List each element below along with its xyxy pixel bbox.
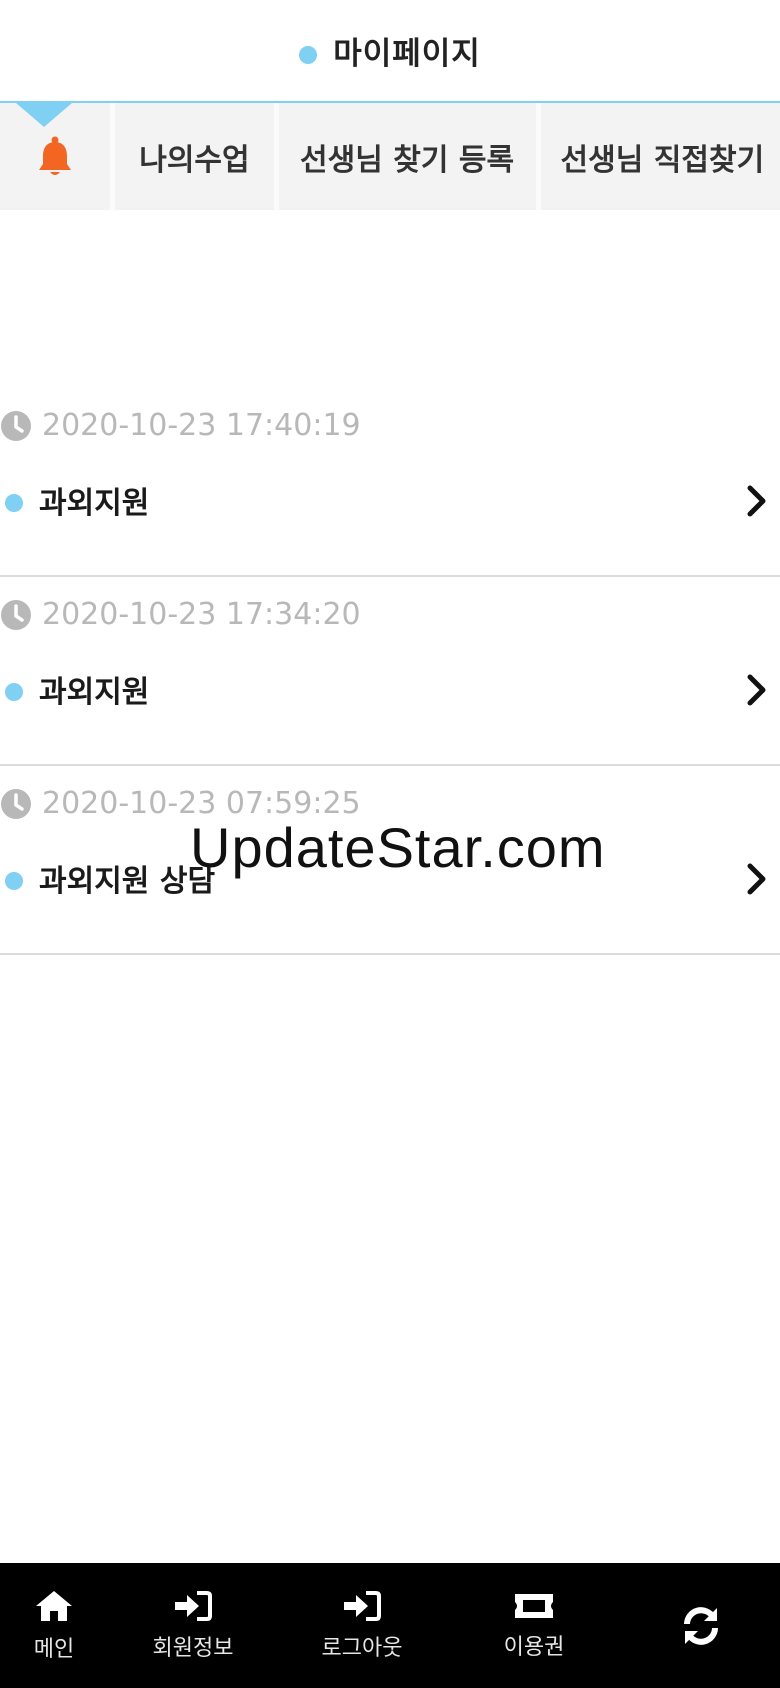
- title-bullet-icon: [299, 45, 318, 64]
- page-title: 마이페이지: [333, 36, 481, 72]
- notification-title: 과외지원: [39, 486, 150, 521]
- tab-teacher-search-register[interactable]: 선생님 찾기 등록: [273, 103, 536, 210]
- nav-logout-label: 로그아웃: [321, 1635, 403, 1661]
- bullet-icon: [5, 494, 23, 512]
- nav-main-button[interactable]: 메인: [0, 1563, 108, 1688]
- nav-member-info-button[interactable]: 회원정보: [108, 1563, 278, 1688]
- sign-in-icon: [175, 1590, 212, 1621]
- nav-ticket-label: 이용권: [503, 1634, 565, 1660]
- refresh-icon: [684, 1606, 718, 1645]
- nav-main-label: 메인: [33, 1636, 75, 1662]
- notification-title: 과외지원: [39, 675, 150, 710]
- bullet-icon: [5, 872, 23, 890]
- notification-time: 2020-10-23 17:34:20: [42, 597, 361, 632]
- chevron-right-icon[interactable]: [746, 862, 768, 896]
- tab-find-teacher-directly[interactable]: 선생님 직접찾기: [535, 103, 780, 210]
- bell-icon: [39, 136, 72, 175]
- nav-logout-button[interactable]: 로그아웃: [278, 1563, 446, 1688]
- list-item[interactable]: 2020-10-23 17:34:20 과외지원: [0, 577, 780, 766]
- nav-ticket-button[interactable]: 이용권: [446, 1563, 622, 1688]
- refresh-button[interactable]: [622, 1563, 780, 1688]
- clock-icon: [1, 410, 31, 441]
- watermark: UpdateStar.com: [190, 816, 606, 879]
- clock-icon: [1, 599, 31, 630]
- notification-title: 과외지원 상담: [39, 864, 216, 899]
- chevron-right-icon[interactable]: [746, 484, 768, 518]
- bottom-nav: 메인 회원정보 로그아웃 이용권: [0, 1563, 780, 1688]
- notification-time: 2020-10-23 17:40:19: [42, 408, 361, 443]
- nav-member-info-label: 회원정보: [152, 1635, 234, 1661]
- page-header: 마이페이지: [0, 0, 780, 103]
- clock-icon: [1, 788, 31, 819]
- chevron-right-icon[interactable]: [746, 673, 768, 707]
- tab-my-class[interactable]: 나의수업: [110, 103, 273, 210]
- logout-icon: [344, 1590, 381, 1621]
- home-icon: [36, 1590, 72, 1621]
- list-item[interactable]: 2020-10-23 17:40:19 과외지원: [0, 388, 780, 577]
- active-tab-indicator: [16, 103, 72, 127]
- tab-bar: 나의수업 선생님 찾기 등록 선생님 직접찾기: [0, 103, 780, 210]
- ticket-icon: [515, 1593, 553, 1618]
- bullet-icon: [5, 683, 23, 701]
